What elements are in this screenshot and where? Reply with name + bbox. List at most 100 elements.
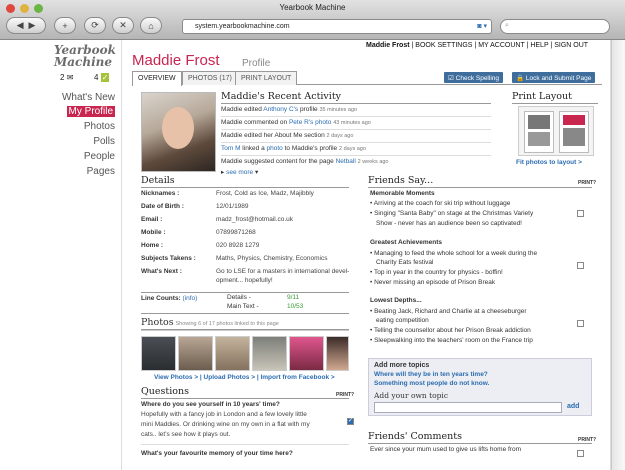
photo-thumbnail[interactable] — [326, 336, 349, 371]
detail-row: Subjects Takens : Maths, Physics, Chemist… — [141, 255, 328, 262]
photo-thumbnail[interactable] — [178, 336, 213, 371]
checks-counter[interactable]: 4 ✓ — [94, 73, 110, 82]
browser-chrome: Yearbook Machine ◀ ▶ + ⟳ ✕ ⌂ system.year… — [0, 0, 625, 40]
lock-submit-label: Lock and Submit Page — [525, 75, 592, 82]
help-link[interactable]: HELP — [530, 42, 548, 49]
list-item: • Never missing an episode of Prison Bre… — [370, 279, 496, 286]
main-content: Maddie Frost | BOOK SETTINGS | MY ACCOUN… — [121, 40, 611, 470]
suggested-topic-link[interactable]: Something most people do not know. — [374, 380, 489, 387]
list-item: • Arriving at the coach for ski trip wit… — [370, 200, 511, 207]
activity-time: 43 minutes ago — [333, 120, 371, 126]
list-item: • Top in year in the country for physics… — [370, 269, 503, 276]
add-tab-button[interactable]: + — [54, 17, 76, 34]
checkbox-icon: ✓ — [100, 73, 110, 82]
lock-submit-button[interactable]: 🔒 Lock and Submit Page — [512, 72, 596, 83]
see-more-label: see more — [226, 169, 254, 176]
print-layout-thumbnail[interactable] — [518, 106, 594, 156]
sidebar-item-polls[interactable]: Polls — [93, 136, 115, 147]
address-bar[interactable]: system.yearbookmachine.com ◙ ▾ — [182, 19, 492, 34]
print-checkbox[interactable] — [577, 450, 584, 457]
tab-print-layout[interactable]: PRINT LAYOUT — [235, 71, 298, 85]
fit-photos-link[interactable]: Fit photos to layout > — [516, 159, 582, 166]
activity-item: Tom M linked a photo to Maddie's profile… — [221, 145, 366, 152]
photo-thumbnail[interactable] — [252, 336, 287, 371]
sign-out-link[interactable]: SIGN OUT — [554, 42, 588, 49]
details-heading: Details — [141, 175, 175, 186]
comment-text: Ever since your mum used to give us lift… — [370, 446, 522, 453]
check-spelling-button[interactable]: ☑ Check Spelling — [444, 72, 503, 83]
envelope-icon: ✉ — [66, 73, 74, 82]
list-item-cont: Show - never has an audience been so cap… — [376, 220, 522, 227]
friends-say-print-label: PRINT? — [578, 180, 597, 186]
browser-search-field[interactable]: ⌕ — [500, 19, 610, 34]
photos-caption: Showing 6 of 17 photos linked to this pa… — [175, 321, 279, 327]
details-count-label: Details - — [227, 294, 251, 301]
sidebar-item-whats-new[interactable]: What's New — [62, 92, 115, 103]
list-item: • Managing to feed the whole school for … — [370, 250, 538, 257]
forward-icon[interactable]: ▶ — [29, 20, 36, 31]
lock-icon: 🔒 — [516, 75, 525, 82]
answer-text: mini Maddies. Or drinking wine on my own… — [141, 421, 310, 428]
group-title: Lowest Depths... — [370, 297, 422, 304]
back-forward-buttons[interactable]: ◀ ▶ — [6, 17, 46, 34]
photo-thumbnail[interactable] — [289, 336, 324, 371]
photo-thumbnail[interactable] — [215, 336, 250, 371]
url-text: system.yearbookmachine.com — [195, 23, 290, 30]
photo-thumbnail[interactable] — [141, 336, 176, 371]
rss-icon[interactable]: ◙ ▾ — [477, 22, 487, 30]
sidebar-item-photos[interactable]: Photos — [84, 121, 115, 132]
activity-link[interactable]: photo — [315, 119, 331, 126]
line-counts-label: Line Counts: — [141, 295, 181, 302]
photos-heading: Photos — [141, 317, 174, 328]
main-count-label: Main Text - — [227, 303, 259, 310]
detail-row: Email : madz_frost@hotmail.co.uk — [141, 216, 294, 223]
suggested-topic-link[interactable]: Where will they be in ten years time? — [374, 371, 488, 378]
print-layout-heading: Print Layout — [512, 91, 572, 102]
activity-item: Maddie edited Anthony C's profile 35 min… — [221, 106, 358, 113]
print-checkbox[interactable] — [577, 320, 584, 327]
sidebar-item-my-profile[interactable]: My Profile — [66, 106, 115, 117]
profile-photo[interactable] — [141, 92, 216, 172]
back-icon[interactable]: ◀ — [17, 20, 24, 31]
print-checkbox[interactable] — [577, 210, 584, 217]
line-counts-info-link[interactable]: (info) — [183, 295, 198, 302]
tab-photos[interactable]: PHOTOS (17) — [182, 71, 238, 85]
reload-button[interactable]: ⟳ — [84, 17, 106, 34]
print-checkbox[interactable] — [577, 262, 584, 269]
home-button[interactable]: ⌂ — [140, 17, 162, 34]
messages-counter[interactable]: 2 ✉ — [60, 73, 73, 82]
list-item: • Singing "Santa Baby" on stage at the C… — [370, 210, 534, 217]
my-account-link[interactable]: MY ACCOUNT — [478, 42, 524, 49]
vertical-scrollbar[interactable] — [611, 40, 625, 470]
messages-count: 2 — [60, 73, 65, 82]
activity-item: Maddie edited her About Me section 2 day… — [221, 132, 354, 139]
add-topics-heading: Add more topics — [374, 362, 430, 369]
list-item-cont: eating competition — [376, 317, 429, 324]
photo-links[interactable]: View Photos > | Upload Photos > | Import… — [154, 374, 335, 381]
check-spelling-label: Check Spelling — [455, 75, 499, 82]
sidebar-item-pages[interactable]: Pages — [87, 166, 115, 177]
activity-link[interactable]: photo — [267, 145, 283, 152]
photos-header: Photos Showing 6 of 17 photos linked to … — [141, 317, 279, 328]
stop-button[interactable]: ✕ — [112, 17, 134, 34]
book-settings-link[interactable]: BOOK SETTINGS — [415, 42, 472, 49]
activity-link[interactable]: Pete R's — [289, 119, 313, 126]
activity-item: Maddie commented on Pete R's photo 43 mi… — [221, 119, 371, 126]
add-topic-button[interactable]: add — [567, 403, 579, 410]
tab-overview[interactable]: OVERVIEW — [132, 71, 182, 86]
activity-link[interactable]: Tom M — [221, 145, 241, 152]
yearbook-machine-logo[interactable]: Yearbook Machine — [54, 44, 119, 68]
activity-item: Maddie suggested content for the page Ne… — [221, 158, 389, 165]
activity-link[interactable]: Netball — [336, 158, 356, 165]
answer-text: cats.. let's see how it plays out. — [141, 431, 231, 438]
main-count-value: 10/53 — [287, 303, 304, 310]
sidebar-item-people[interactable]: People — [84, 151, 115, 162]
own-topic-input[interactable] — [374, 402, 562, 413]
list-item: • Telling the counsellor about her Priso… — [370, 327, 531, 334]
activity-link[interactable]: Anthony C's — [263, 106, 298, 113]
see-more-link[interactable]: ▸ see more ▾ — [221, 168, 258, 176]
question-print-checkbox[interactable]: ✓ — [347, 418, 354, 425]
page-title: Maddie Frost — [132, 52, 220, 69]
current-user: Maddie Frost — [366, 42, 410, 49]
answer-text: Hopefully with a fancy job in London and… — [141, 411, 307, 418]
